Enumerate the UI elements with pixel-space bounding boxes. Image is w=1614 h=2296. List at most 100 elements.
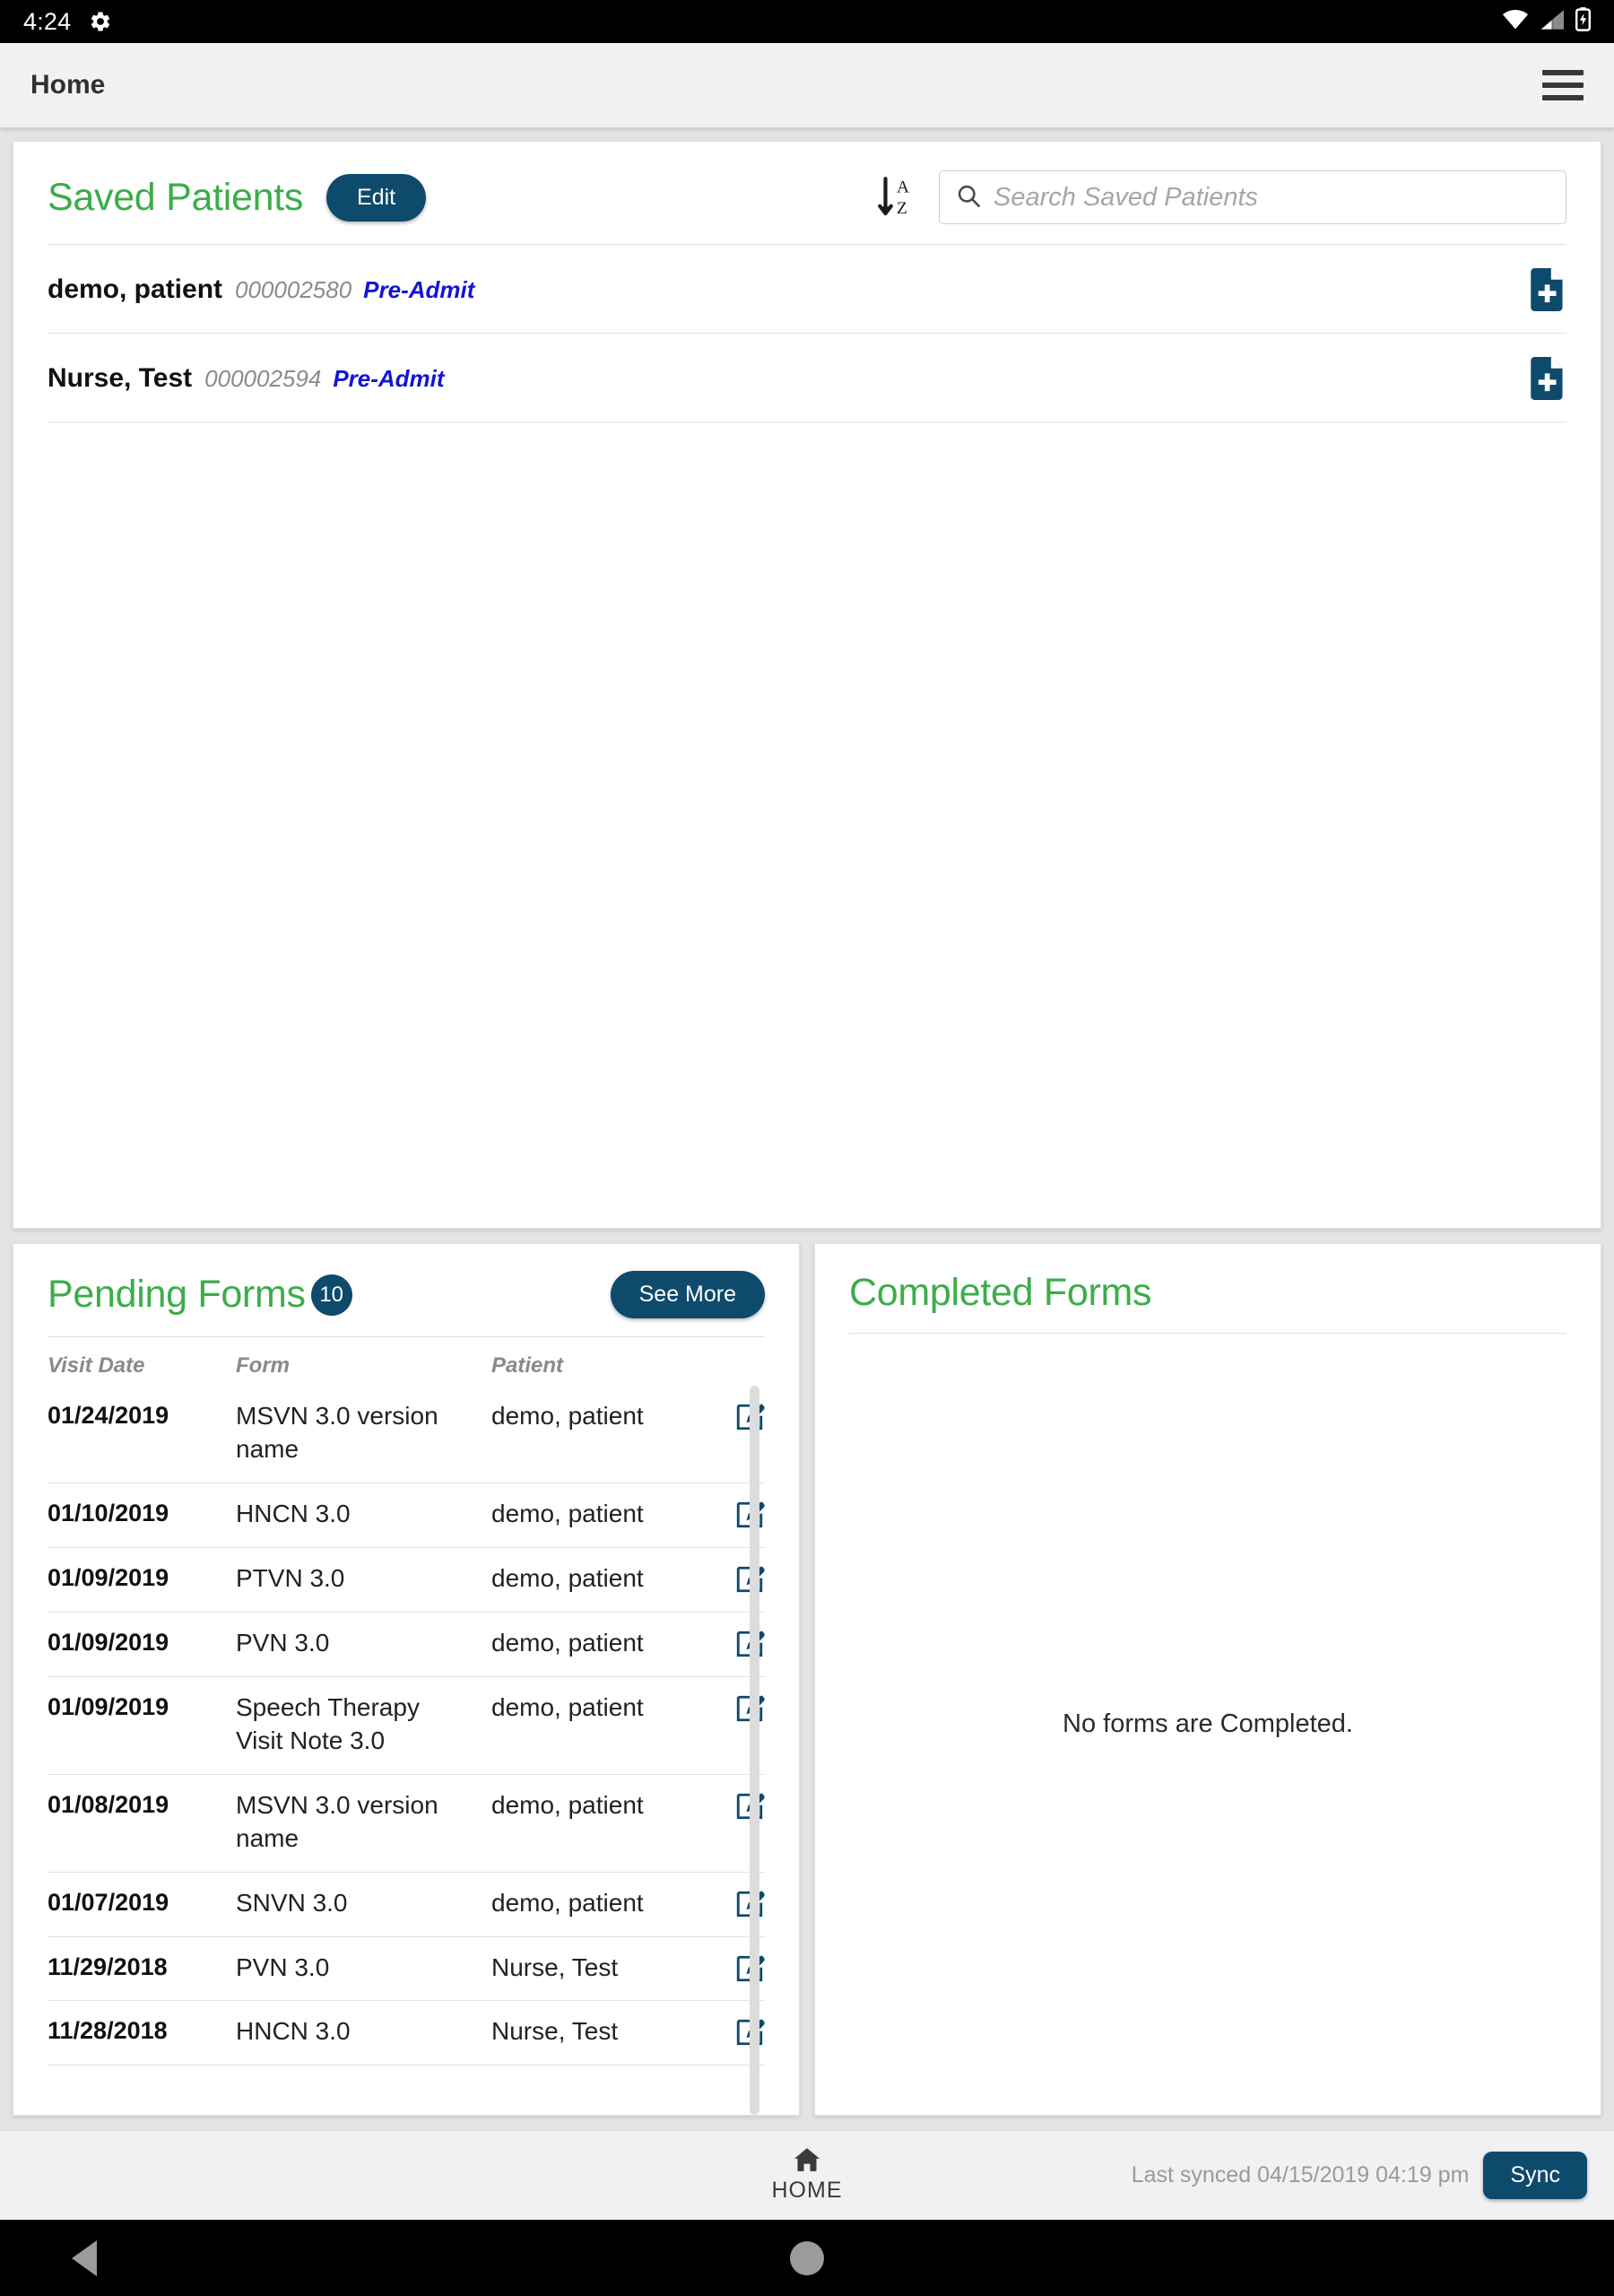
main-content: Saved Patients Edit A Z Search Saved Pat… bbox=[0, 128, 1614, 2130]
row-form-name: SNVN 3.0 bbox=[236, 1888, 348, 1917]
completed-forms-header: Completed Forms bbox=[849, 1244, 1566, 1315]
page-title: Home bbox=[30, 70, 106, 100]
see-more-button[interactable]: See More bbox=[610, 1271, 765, 1318]
completed-forms-inner: Completed Forms No forms are Completed. bbox=[815, 1244, 1601, 2115]
hamburger-menu-icon[interactable] bbox=[1542, 70, 1584, 100]
hamburger-line bbox=[1542, 95, 1584, 100]
row-form-name: PVN 3.0 bbox=[236, 1952, 330, 1981]
saved-patients-title: Saved Patients bbox=[48, 175, 304, 219]
patient-row[interactable]: Nurse, Test 000002594 Pre-Admit bbox=[48, 334, 1566, 422]
row-visit-date: 11/29/2018 bbox=[48, 1952, 168, 1980]
row-patient-name: demo, patient bbox=[491, 1628, 644, 1657]
search-input[interactable] bbox=[994, 182, 1549, 213]
pending-forms-title: Pending Forms bbox=[48, 1273, 306, 1316]
row-form-name: MSVN 3.0 version name bbox=[236, 1402, 438, 1463]
row-visit-date: 01/07/2019 bbox=[48, 1888, 169, 1916]
row-patient-name: demo, patient bbox=[491, 1563, 644, 1592]
row-form-name: PTVN 3.0 bbox=[236, 1563, 345, 1592]
row-visit-date: 11/28/2018 bbox=[48, 2017, 168, 2045]
completed-forms-title: Completed Forms bbox=[849, 1271, 1152, 1314]
patient-mrn: 000002580 bbox=[235, 275, 352, 303]
pending-forms-header: Pending Forms 10 See More bbox=[48, 1244, 765, 1318]
row-form-name: Speech Therapy Visit Note 3.0 bbox=[236, 1692, 420, 1754]
column-header-action bbox=[711, 1353, 765, 1378]
home-circle-icon[interactable] bbox=[790, 2240, 824, 2275]
table-row[interactable]: 01/24/2019 MSVN 3.0 version name demo, p… bbox=[48, 1386, 765, 1483]
row-visit-date: 01/09/2019 bbox=[48, 1563, 169, 1591]
pending-forms-table: 01/24/2019 MSVN 3.0 version name demo, p… bbox=[48, 1386, 765, 2115]
row-form-name: PVN 3.0 bbox=[236, 1628, 330, 1657]
patient-status-badge: Pre-Admit bbox=[363, 275, 475, 303]
table-row[interactable]: 01/09/2019 PTVN 3.0 demo, patient bbox=[48, 1548, 765, 1613]
column-header-visit-date: Visit Date bbox=[48, 1353, 145, 1378]
row-patient-name: Nurse, Test bbox=[491, 1952, 619, 1981]
row-patient-name: demo, patient bbox=[491, 1402, 644, 1430]
row-visit-date: 01/24/2019 bbox=[48, 1402, 169, 1429]
row-form-name: HNCN 3.0 bbox=[236, 1499, 351, 1527]
pending-forms-scrollbar[interactable] bbox=[750, 1386, 759, 2115]
bottom-app-bar: HOME Last synced 04/15/2019 04:19 pm Syn… bbox=[0, 2130, 1614, 2220]
patient-name: Nurse, Test bbox=[48, 363, 193, 393]
hamburger-line bbox=[1542, 70, 1584, 75]
completed-forms-empty-message: No forms are Completed. bbox=[1063, 1709, 1353, 1738]
pending-forms-count-badge: 10 bbox=[310, 1274, 352, 1316]
search-icon bbox=[956, 183, 981, 213]
row-form-name: MSVN 3.0 version name bbox=[236, 1790, 438, 1852]
table-row[interactable]: 01/07/2019 SNVN 3.0 demo, patient bbox=[48, 1873, 765, 1937]
row-patient-name: demo, patient bbox=[491, 1790, 644, 1819]
patient-name: demo, patient bbox=[48, 274, 223, 304]
back-triangle-icon[interactable] bbox=[72, 2239, 97, 2276]
search-saved-patients-box[interactable] bbox=[939, 170, 1566, 224]
completed-forms-card: Completed Forms No forms are Completed. bbox=[814, 1243, 1601, 2116]
row-patient-name: demo, patient bbox=[491, 1888, 644, 1917]
table-row[interactable]: 01/08/2019 MSVN 3.0 version name demo, p… bbox=[48, 1775, 765, 1873]
last-synced-text: Last synced 04/15/2019 04:19 pm bbox=[1131, 2162, 1470, 2187]
table-row[interactable]: 01/09/2019 PVN 3.0 demo, patient bbox=[48, 1613, 765, 1677]
row-form-name: HNCN 3.0 bbox=[236, 2017, 351, 2046]
battery-charging-icon bbox=[1575, 7, 1591, 36]
table-row[interactable]: 11/28/2018 HNCN 3.0 Nurse, Test bbox=[48, 2001, 765, 2066]
hamburger-line bbox=[1542, 83, 1584, 88]
pending-forms-inner: Pending Forms 10 See More Visit Date For… bbox=[13, 1244, 799, 2115]
wifi-icon bbox=[1502, 9, 1529, 34]
patient-status-badge: Pre-Admit bbox=[333, 364, 445, 392]
sort-az-descending-icon[interactable]: A Z bbox=[878, 175, 915, 220]
row-visit-date: 01/10/2019 bbox=[48, 1499, 169, 1526]
cell-signal-icon bbox=[1540, 9, 1564, 34]
row-patient-name: demo, patient bbox=[491, 1499, 644, 1527]
row-patient-name: Nurse, Test bbox=[491, 2017, 619, 2046]
status-bar-indicators bbox=[1502, 7, 1591, 36]
home-icon bbox=[794, 2147, 820, 2176]
row-patient-name: demo, patient bbox=[491, 1692, 644, 1721]
sync-button[interactable]: Sync bbox=[1483, 2152, 1587, 2199]
gear-icon bbox=[89, 10, 112, 33]
document-add-icon[interactable] bbox=[1531, 268, 1566, 311]
table-row[interactable]: 01/09/2019 Speech Therapy Visit Note 3.0… bbox=[48, 1677, 765, 1775]
patient-mrn: 000002594 bbox=[204, 364, 322, 392]
edit-button[interactable]: Edit bbox=[326, 173, 427, 222]
table-row[interactable]: 01/10/2019 HNCN 3.0 demo, patient bbox=[48, 1483, 765, 1548]
saved-patients-header: Saved Patients Edit A Z bbox=[48, 142, 1566, 224]
status-bar-clock: 4:24 bbox=[23, 7, 72, 35]
svg-text:Z: Z bbox=[897, 199, 907, 218]
saved-patients-empty-space bbox=[48, 422, 1566, 1228]
patient-row[interactable]: demo, patient 000002580 Pre-Admit bbox=[48, 245, 1566, 334]
forms-panels: Pending Forms 10 See More Visit Date For… bbox=[13, 1229, 1601, 2130]
row-visit-date: 01/08/2019 bbox=[48, 1790, 169, 1818]
android-nav-bar bbox=[0, 2220, 1614, 2296]
row-visit-date: 01/09/2019 bbox=[48, 1692, 169, 1720]
pending-forms-card: Pending Forms 10 See More Visit Date For… bbox=[13, 1243, 800, 2116]
app-screen: 4:24 Home Saved Patients Edit A Z Search… bbox=[0, 0, 1614, 2296]
row-visit-date: 01/09/2019 bbox=[48, 1628, 169, 1656]
table-row[interactable]: 11/29/2018 PVN 3.0 Nurse, Test bbox=[48, 1937, 765, 2002]
pending-forms-column-headers: Visit Date Form Patient bbox=[48, 1337, 765, 1386]
nav-home-button[interactable]: HOME bbox=[735, 2147, 879, 2204]
nav-home-label: HOME bbox=[771, 2177, 843, 2203]
column-header-form: Form bbox=[236, 1353, 290, 1378]
document-add-icon[interactable] bbox=[1531, 357, 1566, 400]
svg-text:A: A bbox=[897, 178, 909, 196]
sync-area: Last synced 04/15/2019 04:19 pm Sync bbox=[1132, 2152, 1614, 2199]
saved-patients-card: Saved Patients Edit A Z Search Saved Pat… bbox=[13, 141, 1601, 1229]
app-header-bar: Home bbox=[0, 43, 1614, 128]
column-header-patient: Patient bbox=[491, 1353, 564, 1378]
